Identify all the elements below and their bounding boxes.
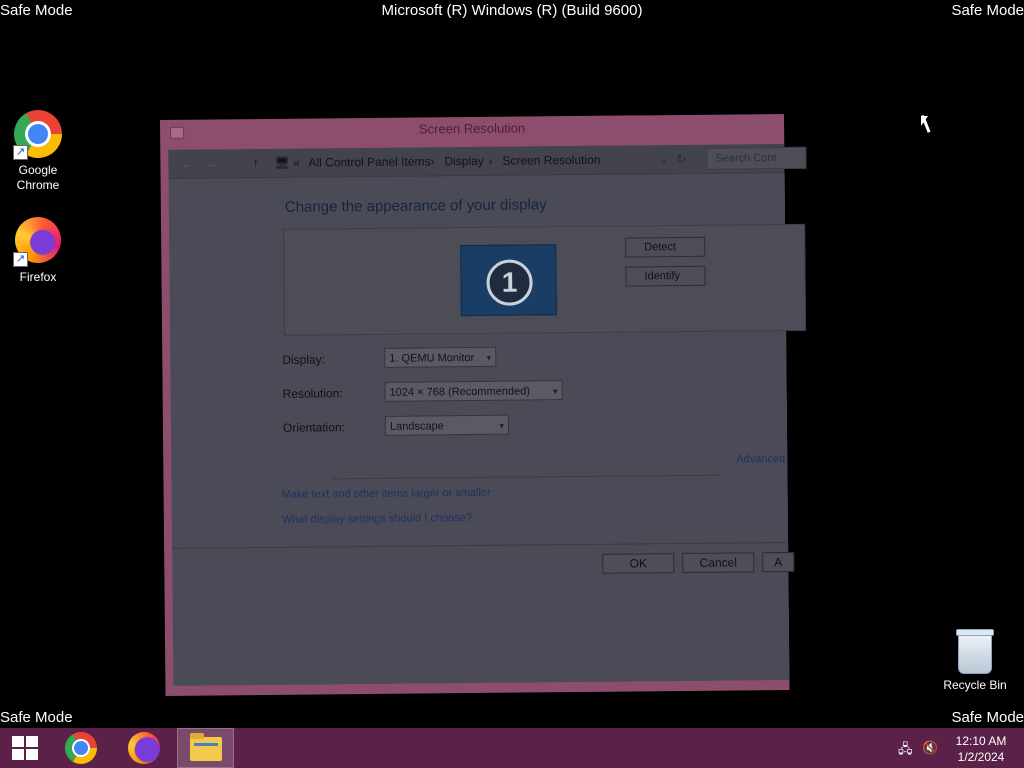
- resolution-select-value: 1024 × 768 (Recommended): [389, 385, 531, 399]
- up-arrow-icon[interactable]: ↑: [252, 155, 259, 170]
- chrome-icon: ↗: [13, 110, 63, 160]
- firefox-icon: ↗: [13, 217, 63, 267]
- display-settings-help-link[interactable]: What display settings should I choose?: [282, 512, 472, 526]
- chrome-icon: [65, 732, 97, 764]
- desktop-icon-label: Recycle Bin: [943, 678, 1007, 692]
- safe-mode-label-bottom-right: Safe Mode: [951, 709, 1024, 726]
- resolution-label: Resolution:: [282, 386, 343, 401]
- clock-time: 12:10 AM: [955, 734, 1007, 748]
- network-error-icon[interactable]: 🖧: [898, 740, 913, 762]
- firefox-icon: [128, 732, 160, 764]
- taskbar-file-explorer[interactable]: [177, 728, 234, 768]
- build-label: Microsoft (R) Windows (R) (Build 9600): [381, 2, 643, 19]
- shortcut-arrow-icon: ↗: [13, 252, 28, 267]
- detect-button[interactable]: Detect: [625, 236, 706, 258]
- chevron-down-icon: ▾: [486, 352, 492, 363]
- desktop-icon-label: Firefox: [19, 270, 57, 284]
- desktop-icon-recycle-bin[interactable]: Recycle Bin: [940, 629, 1010, 692]
- ok-button[interactable]: OK: [602, 553, 675, 574]
- mouse-pointer-icon: [921, 116, 928, 126]
- desktop-icon-label: Google Chrome: [16, 163, 60, 192]
- windows-logo-icon: [12, 736, 38, 760]
- search-input[interactable]: Search Cont: [706, 146, 807, 170]
- divider: [331, 474, 722, 480]
- forward-arrow-icon[interactable]: →: [204, 155, 217, 170]
- orientation-select[interactable]: Landscape ▾: [384, 414, 510, 436]
- chevron-down-icon: ▾: [553, 386, 558, 397]
- taskbar: [0, 728, 1024, 768]
- safe-mode-label-top-right: Safe Mode: [951, 2, 1024, 19]
- control-panel-icon: 🖥 «: [274, 155, 300, 170]
- breadcrumb-display[interactable]: Display: [444, 154, 483, 168]
- breadcrumb-separator-icon: ›: [430, 154, 435, 169]
- breadcrumb-all-items[interactable]: All Control Panel Items: [308, 154, 430, 169]
- display-preview: 1: [283, 223, 807, 336]
- resolution-select[interactable]: 1024 × 768 (Recommended) ▾: [384, 380, 563, 402]
- chevron-down-icon: ▾: [499, 420, 504, 431]
- apply-button[interactable]: A: [762, 551, 795, 573]
- advanced-settings-link[interactable]: Advanced: [736, 453, 785, 465]
- address-bar: ← → ↑ 🖥 « All Control Panel Items › Disp…: [168, 144, 807, 179]
- taskbar-clock[interactable]: 12:10 AM 1/2/2024: [946, 733, 1016, 765]
- shortcut-arrow-icon: ↗: [13, 145, 28, 160]
- display-label: Display:: [282, 352, 326, 367]
- volume-muted-icon[interactable]: 🔇: [922, 740, 938, 756]
- window-content: ← → ↑ 🖥 « All Control Panel Items › Disp…: [168, 144, 807, 686]
- display-select[interactable]: 1. QEMU Monitor ▾: [384, 346, 497, 368]
- file-explorer-icon: [190, 733, 222, 761]
- orientation-select-value: Landscape: [389, 420, 444, 433]
- clock-date: 1/2/2024: [957, 750, 1005, 764]
- chevron-down-icon[interactable]: ⌄: [658, 152, 668, 166]
- footer-divider: [172, 541, 789, 549]
- identify-button[interactable]: Identify: [625, 265, 706, 287]
- orientation-label: Orientation:: [282, 420, 346, 435]
- taskbar-firefox[interactable]: [116, 728, 172, 768]
- screen-resolution-window[interactable]: Screen Resolution ← → ↑ 🖥 « All Control …: [160, 114, 807, 696]
- recycle-bin-icon: [956, 629, 994, 674]
- display-select-value: 1. QEMU Monitor: [389, 351, 475, 365]
- desktop-icon-chrome[interactable]: ↗ Google Chrome: [0, 110, 76, 193]
- desktop-icon-firefox[interactable]: ↗ Firefox: [0, 215, 76, 285]
- taskbar-chrome[interactable]: [54, 728, 110, 768]
- refresh-icon[interactable]: ↻: [676, 152, 686, 166]
- text-size-link[interactable]: Make text and other items larger or smal…: [282, 487, 491, 501]
- page-title: Change the appearance of your display: [284, 196, 547, 216]
- start-button[interactable]: [0, 728, 56, 768]
- monitor-number: 1: [486, 259, 533, 306]
- back-arrow-icon[interactable]: ←: [180, 156, 193, 171]
- cancel-button[interactable]: Cancel: [682, 552, 755, 574]
- window-title: Screen Resolution: [418, 120, 526, 137]
- breadcrumb-screen-resolution[interactable]: Screen Resolution: [502, 153, 600, 168]
- safe-mode-label-bottom-left: Safe Mode: [0, 709, 73, 726]
- monitor-1-tile[interactable]: 1: [460, 244, 557, 317]
- breadcrumb-separator-icon: ›: [488, 153, 493, 168]
